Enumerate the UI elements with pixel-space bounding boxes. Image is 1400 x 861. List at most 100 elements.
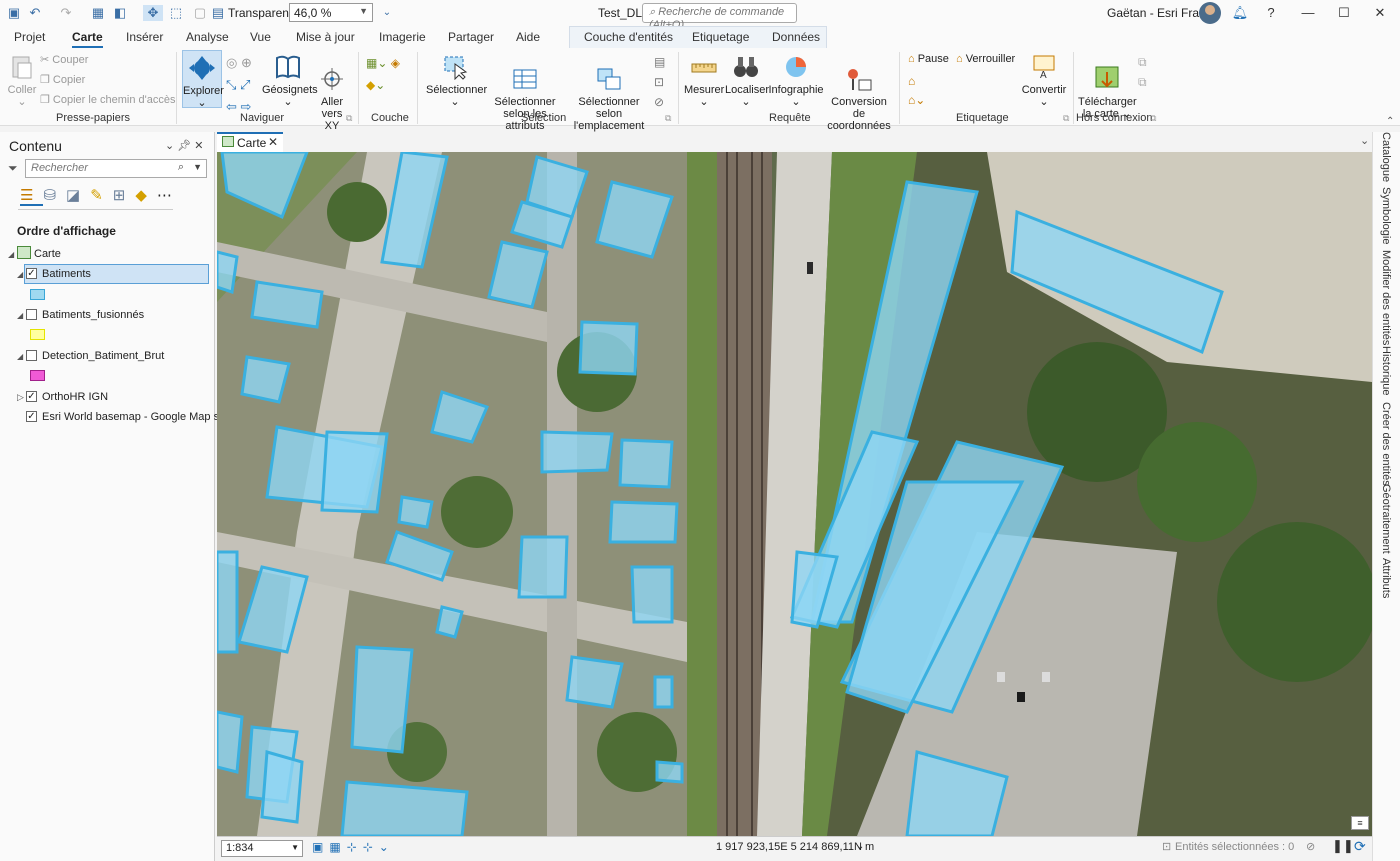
select-button[interactable]: Sélectionner ⌄ [426, 54, 487, 108]
collapse-icon[interactable]: ◢ [17, 311, 23, 320]
layer-checkbox-detection[interactable] [26, 350, 37, 361]
pane-options-icon[interactable]: ⌄ 📌︎ ✕ [165, 139, 204, 152]
layer-name-batiments-fusionnes[interactable]: Batiments_fusionnés [42, 309, 144, 321]
dock-tab-catalogue[interactable]: Catalogue [1380, 132, 1392, 182]
nav-tools-icons[interactable]: ◎ ⊕ ⤡ ⤢ ⇦ ⇨ [226, 52, 252, 118]
labeling-view-icon[interactable]: ◆ [135, 187, 157, 204]
clear-selection-icon[interactable]: ⊘ [1306, 840, 1315, 853]
tab-aide[interactable]: Aide [516, 30, 540, 44]
select-tool-icon[interactable]: ⬚ [168, 5, 184, 21]
collapse-icon[interactable]: ◢ [8, 250, 14, 259]
collapse-ribbon-icon[interactable]: ⌃ [1386, 116, 1394, 127]
selection-tools-icons[interactable]: ▤ ⊡ ⊘ [654, 52, 665, 112]
tab-analyse[interactable]: Analyse [186, 30, 229, 44]
maximize-button[interactable]: ☐ [1334, 4, 1354, 22]
dock-tab-creer-entites[interactable]: Créer des entités [1380, 402, 1392, 486]
group-launcher-icon[interactable]: ⧉ [1063, 113, 1069, 124]
collapse-icon[interactable]: ◢ [17, 352, 23, 361]
layer-name-orthohr[interactable]: OrthoHR IGN [42, 391, 108, 403]
more-icon[interactable]: ⋯ [157, 187, 182, 204]
tab-partager[interactable]: Partager [448, 30, 494, 44]
tab-couche-entites[interactable]: Couche d'entités [584, 30, 673, 44]
tab-vue[interactable]: Vue [250, 30, 271, 44]
group-launcher-icon[interactable]: ⧉ [1150, 113, 1156, 124]
infographic-button[interactable]: Infographie ⌄ [768, 54, 824, 108]
new-map-icon[interactable]: ▦ [90, 5, 106, 21]
explore-button[interactable]: Explorer ⌄ [182, 50, 224, 109]
coordinate-system-chevron-icon[interactable]: ⌄ [856, 841, 864, 852]
tab-mise-a-jour[interactable]: Mise à jour [296, 30, 355, 44]
minimize-button[interactable]: — [1298, 4, 1318, 22]
customize-qat-icon[interactable]: ⌄ [379, 5, 395, 21]
refresh-icon[interactable]: ⟳ [1354, 838, 1366, 855]
tab-etiquetage[interactable]: Etiquetage [692, 30, 749, 44]
snapping-view-icon[interactable]: ⊞ [113, 187, 136, 204]
collapse-icon[interactable]: ◢ [17, 270, 23, 279]
symbol-swatch-batiments-fusionnes[interactable] [30, 329, 45, 340]
tab-list-chevron-icon[interactable]: ⌄ [1360, 134, 1369, 147]
transparency-input[interactable]: 46,0 % ▼ [289, 3, 373, 22]
copy-button[interactable]: ❐ Copier [40, 74, 85, 86]
data-source-icon[interactable]: ⛁ [43, 187, 66, 204]
download-map-button[interactable]: Télécharger la carte ⌄ [1078, 52, 1137, 120]
tab-imagerie[interactable]: Imagerie [379, 30, 426, 44]
tab-carte[interactable]: Carte [72, 30, 103, 48]
convert-labels-button[interactable]: A Convertir ⌄ [1020, 54, 1068, 108]
draw-order-icon[interactable]: ☰ [20, 187, 44, 206]
offline-tools-icons[interactable]: ⧉ ⧉ [1138, 52, 1147, 92]
select-by-location-button[interactable]: Sélectionner selon l'emplacement [566, 54, 652, 132]
labeling-tools-icons[interactable]: ⌂ ⌂⌄ [908, 72, 925, 110]
group-launcher-icon[interactable]: ⧉ [665, 113, 671, 124]
layer-tools-icons[interactable]: ▦⌄ ◈ ◆⌄ [366, 52, 400, 96]
status-tools-icons[interactable]: ▣▦⊹⊹⌄ [312, 840, 395, 854]
save-icon[interactable]: ◧ [112, 5, 128, 21]
symbol-swatch-detection[interactable] [30, 370, 45, 381]
scale-input[interactable]: 1:834 ▼ [221, 840, 303, 857]
lock-labeling-button[interactable]: ⌂ Verrouiller [956, 53, 1015, 65]
contents-search-input[interactable]: Rechercher ⌕ ▼ [25, 159, 207, 178]
tab-donnees[interactable]: Données [772, 30, 820, 44]
cut-button[interactable]: ✂ Couper [40, 54, 88, 66]
tab-projet[interactable]: Projet [14, 30, 45, 44]
layer-checkbox-orthohr[interactable]: ✓ [26, 391, 37, 402]
map-node-label[interactable]: Carte [34, 248, 61, 260]
notification-bell-icon[interactable]: 🔔︎ [1230, 4, 1250, 22]
filter-icon[interactable]: ⏷ [8, 161, 18, 176]
contents-view-toolbar[interactable]: ☰⛁◪✎⊞◆⋯ [20, 186, 182, 206]
tab-inserer[interactable]: Insérer [126, 30, 163, 44]
editing-view-icon[interactable]: ✎ [90, 187, 113, 204]
command-search-input[interactable]: ⌕ Recherche de commande (Alt+Q) [642, 3, 797, 31]
dock-tab-modifier-entites[interactable]: Modifier des entités [1380, 250, 1392, 345]
pause-drawing-icon[interactable]: ❚❚ [1332, 838, 1354, 854]
bookmarks-button[interactable]: Géosignets ⌄ [262, 54, 318, 108]
pause-labeling-button[interactable]: ⌂ Pause [908, 53, 949, 65]
paste-button[interactable]: Coller ⌄ [7, 54, 37, 108]
map-overlay-toggle-icon[interactable]: ≡ [1351, 816, 1369, 830]
close-tab-icon[interactable]: ✕ [268, 135, 278, 149]
convert-coordinates-button[interactable]: Conversion de coordonnées [826, 54, 892, 132]
map-view[interactable]: ≡ [217, 152, 1372, 836]
undo-icon[interactable]: ↶ [27, 5, 43, 21]
group-launcher-icon[interactable]: ⧉ [346, 113, 352, 124]
layer-checkbox-esri-basemap[interactable]: ✓ [26, 411, 37, 422]
layer-name-batiments[interactable]: Batiments [42, 268, 91, 280]
redo-icon[interactable]: ↷ [58, 5, 74, 21]
measure-button[interactable]: Mesurer ⌄ [684, 54, 724, 108]
dock-tab-attributs[interactable]: Attributs [1380, 558, 1392, 598]
dock-tab-historique[interactable]: Historique [1380, 346, 1392, 396]
layer-checkbox-batiments-fusionnes[interactable] [26, 309, 37, 320]
layer-name-detection[interactable]: Detection_Batiment_Brut [42, 350, 164, 362]
avatar[interactable] [1199, 2, 1221, 24]
selection-view-icon[interactable]: ◪ [66, 187, 90, 204]
help-button[interactable]: ? [1261, 4, 1281, 22]
layer-name-esri-basemap[interactable]: Esri World basemap - Google Map s... [42, 411, 228, 423]
goto-xy-button[interactable]: Aller vers XY [314, 54, 350, 132]
expand-icon[interactable]: ▷ [17, 392, 24, 403]
clear-icon[interactable]: ▢ [192, 5, 208, 21]
map-canvas[interactable] [217, 152, 1372, 836]
explore-tool-icon[interactable]: ✥ [143, 5, 163, 21]
symbol-swatch-batiments[interactable] [30, 289, 45, 300]
close-button[interactable]: ✕ [1370, 4, 1390, 22]
dock-tab-symbologie[interactable]: Symbologie [1380, 187, 1392, 244]
locate-button[interactable]: Localiser ⌄ [725, 54, 769, 108]
